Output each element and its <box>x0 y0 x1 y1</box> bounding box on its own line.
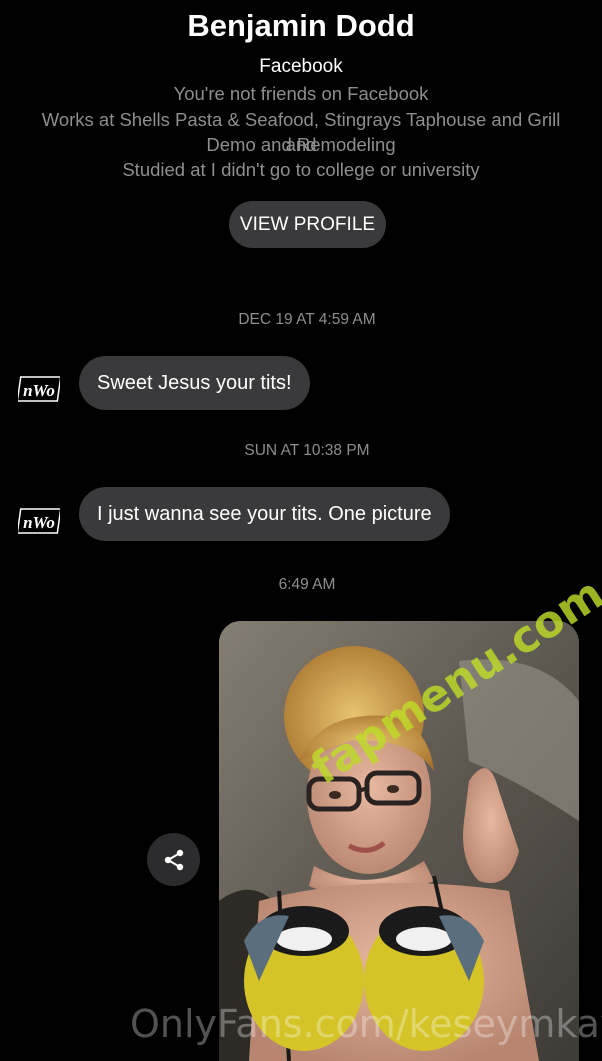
avatar-logo-text: nWo <box>23 381 55 400</box>
message-bubble[interactable]: I just wanna see your tits. One picture <box>79 487 450 541</box>
friend-status: You're not friends on Facebook <box>173 83 429 104</box>
education-info: Studied at I didn't go to college or uni… <box>122 159 480 180</box>
contact-name: Benjamin Dodd <box>187 8 415 43</box>
sender-avatar[interactable]: nWo <box>18 375 60 403</box>
share-button[interactable] <box>147 833 200 886</box>
photo-attachment[interactable] <box>219 621 579 1061</box>
platform-label: Facebook <box>259 56 343 77</box>
share-icon <box>164 849 183 870</box>
avatar-logo-text: nWo <box>23 513 55 532</box>
timestamp: DEC 19 AT 4:59 AM <box>238 311 376 328</box>
message-bubble[interactable]: Sweet Jesus your tits! <box>79 356 310 410</box>
work-info-line2: Demo and Remodeling <box>206 134 396 155</box>
view-profile-button[interactable]: VIEW PROFILE <box>229 201 386 248</box>
timestamp: 6:49 AM <box>278 576 336 593</box>
watermark-bottom: OnlyFans.com/keseymkay <box>130 1002 602 1046</box>
timestamp: SUN AT 10:38 PM <box>244 442 370 459</box>
sender-avatar[interactable]: nWo <box>18 507 60 535</box>
photo-image <box>219 621 579 1061</box>
